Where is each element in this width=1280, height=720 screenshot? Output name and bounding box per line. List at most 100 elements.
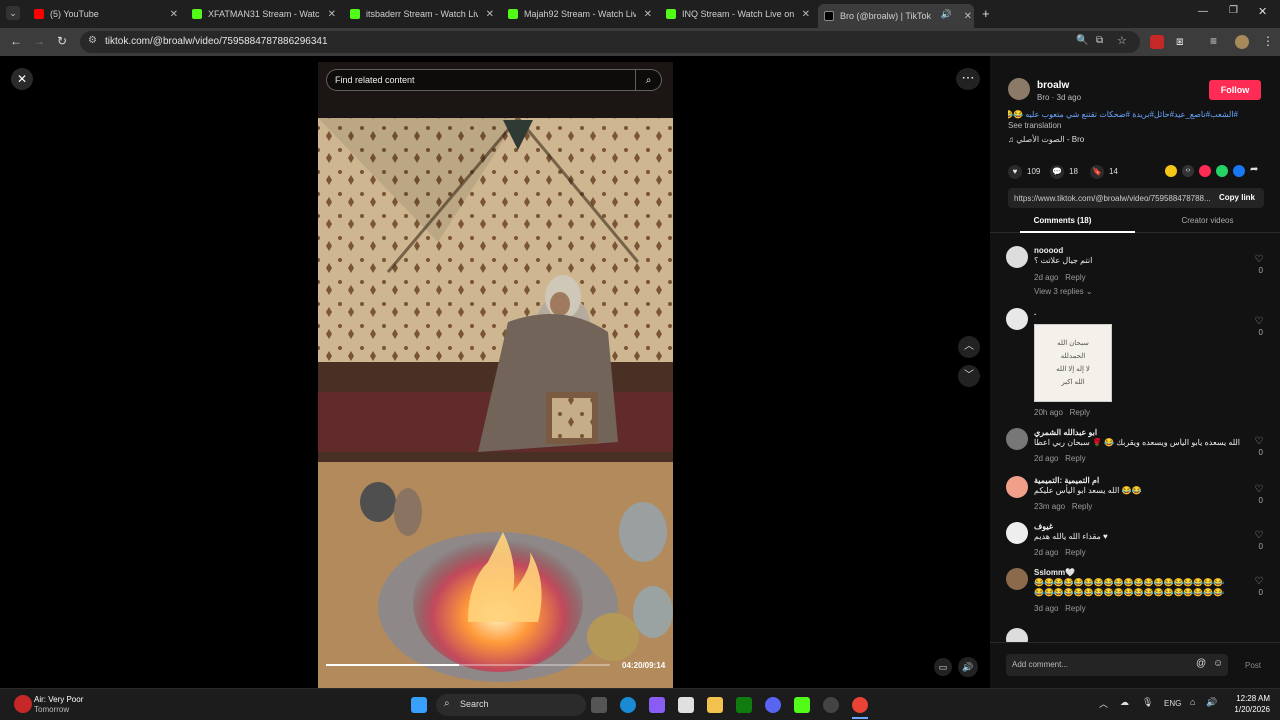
language-indicator[interactable]: ENG <box>1164 699 1181 708</box>
progress-track[interactable] <box>326 664 610 666</box>
bookmark-icon[interactable]: 🔖 <box>1090 165 1104 179</box>
close-video-button[interactable]: ✕ <box>11 68 33 90</box>
file-explorer-icon[interactable] <box>707 697 723 713</box>
settings-icon[interactable] <box>823 697 839 713</box>
coin-share-icon[interactable] <box>1165 165 1177 177</box>
heart-icon[interactable]: ♡ <box>1252 484 1266 495</box>
forward-icon[interactable]: → <box>33 34 45 48</box>
reply-button[interactable]: Reply <box>1065 273 1085 282</box>
tab-majah92[interactable]: Majah92 Stream - Watch Live on Kick ✕ <box>502 4 654 24</box>
tab-inq[interactable]: INQ Stream - Watch Live on Kick ✕ <box>660 4 812 24</box>
install-icon[interactable]: ⧉ <box>1096 35 1103 46</box>
heart-icon[interactable]: ♡ <box>1252 254 1266 265</box>
pip-icon[interactable]: ▭ <box>934 658 952 676</box>
close-icon[interactable]: ✕ <box>964 11 972 22</box>
extensions-puzzle-icon[interactable]: ⧆ <box>1176 34 1184 49</box>
onedrive-icon[interactable]: ☁ <box>1120 697 1129 708</box>
discord-icon[interactable] <box>765 697 781 713</box>
close-icon[interactable]: ✕ <box>170 9 178 20</box>
weather-icon[interactable] <box>14 695 32 713</box>
minimize-button[interactable]: — <box>1198 6 1208 17</box>
avatar[interactable] <box>1006 476 1028 498</box>
comment-author[interactable]: ابو عبدالله الشمري <box>1034 428 1097 437</box>
close-icon[interactable]: ✕ <box>644 9 652 20</box>
sound-row[interactable]: ♫ الصوت الأصلي - Bro <box>1008 135 1084 144</box>
extension-icon[interactable] <box>1150 35 1164 49</box>
reply-button[interactable]: Reply <box>1065 454 1085 463</box>
window-close-button[interactable]: ✕ <box>1258 5 1267 18</box>
view-replies-button[interactable]: View 3 replies ⌄ <box>1034 287 1093 296</box>
copilot-icon[interactable] <box>649 697 665 713</box>
avatar[interactable] <box>1006 246 1028 268</box>
tab-tiktok[interactable]: Bro (@broalw) | TikTok 🔊 ✕ <box>818 4 974 28</box>
avatar[interactable] <box>1006 522 1028 544</box>
edge-icon[interactable] <box>620 697 636 713</box>
comment-author[interactable]: nooood <box>1034 246 1063 255</box>
chrome-icon[interactable] <box>852 697 868 713</box>
profile-avatar[interactable] <box>1235 35 1249 49</box>
repost-icon[interactable] <box>1199 165 1211 177</box>
avatar[interactable] <box>1006 308 1028 330</box>
bookmark-star-icon[interactable]: ☆ <box>1117 34 1127 47</box>
find-related-search[interactable]: Find related content ⌕ <box>326 69 662 91</box>
store-icon[interactable] <box>678 697 694 713</box>
reply-button[interactable]: Reply <box>1072 502 1092 511</box>
address-bar[interactable]: ⚙ tiktok.com/@broalw/video/7595884787886… <box>80 31 1140 53</box>
author-avatar[interactable] <box>1008 78 1030 100</box>
maximize-button[interactable]: ❐ <box>1229 5 1238 16</box>
author-username[interactable]: broalw <box>1037 80 1069 91</box>
copy-link-button[interactable]: Copy link <box>1219 193 1255 202</box>
kick-app-icon[interactable] <box>794 697 810 713</box>
taskbar-search[interactable]: ⌕ Search <box>436 694 586 716</box>
like-icon[interactable]: ♥ <box>1008 165 1022 179</box>
clock-time[interactable]: 12:28 AM <box>1226 694 1270 703</box>
heart-icon[interactable]: ♡ <box>1252 576 1266 587</box>
site-info-icon[interactable]: ⚙ <box>88 35 97 46</box>
more-options-button[interactable]: ⋯ <box>956 68 980 90</box>
avatar[interactable] <box>1006 628 1028 642</box>
close-icon[interactable]: ✕ <box>328 9 336 20</box>
reload-icon[interactable]: ↻ <box>57 34 67 48</box>
emoji-icon[interactable]: ☺ <box>1213 658 1223 669</box>
comment-author[interactable]: . <box>1034 308 1036 317</box>
microphone-icon[interactable]: 🎙 <box>1142 697 1153 708</box>
tray-overflow-icon[interactable]: ︿ <box>1099 697 1108 710</box>
embed-icon[interactable]: ‹› <box>1182 165 1194 177</box>
back-icon[interactable]: ← <box>10 34 22 48</box>
heart-icon[interactable]: ♡ <box>1252 316 1266 327</box>
reply-button[interactable]: Reply <box>1065 604 1085 613</box>
close-icon[interactable]: ✕ <box>802 9 810 20</box>
network-icon[interactable]: ⌂ <box>1190 697 1195 707</box>
avatar[interactable] <box>1006 568 1028 590</box>
previous-video-button[interactable]: ︿ <box>958 336 980 358</box>
clock-date[interactable]: 1/20/2026 <box>1222 705 1270 714</box>
comment-author[interactable]: Sslomm🤍 <box>1034 568 1075 577</box>
close-icon[interactable]: ✕ <box>486 9 494 20</box>
audio-icon[interactable]: 🔊 <box>941 9 952 20</box>
menu-icon[interactable]: ⋮ <box>1262 34 1274 48</box>
tab-xfatman31[interactable]: XFATMAN31 Stream - Watch Live on Kick ✕ <box>186 4 338 24</box>
facebook-icon[interactable] <box>1233 165 1245 177</box>
add-comment-input[interactable]: Add comment... @ ☺ <box>1006 654 1228 676</box>
speaker-icon[interactable]: 🔊 <box>1206 697 1217 708</box>
video-player[interactable] <box>318 62 673 688</box>
url-text[interactable]: tiktok.com/@broalw/video/759588478788629… <box>105 36 328 47</box>
volume-icon[interactable]: 🔊 <box>958 657 978 677</box>
whatsapp-icon[interactable] <box>1216 165 1228 177</box>
mention-icon[interactable]: @ <box>1196 658 1206 669</box>
heart-icon[interactable]: ♡ <box>1252 436 1266 447</box>
zoom-icon[interactable]: 🔍 <box>1076 35 1088 46</box>
search-icon[interactable]: ⌕ <box>635 70 661 90</box>
new-tab-button[interactable]: + <box>982 6 990 21</box>
tab-search-icon[interactable]: ⌄ <box>6 6 20 20</box>
weather-title[interactable]: Air: Very Poor <box>34 695 83 704</box>
tab-creator-videos[interactable]: Creator videos <box>1135 216 1280 225</box>
xbox-icon[interactable] <box>736 697 752 713</box>
media-icon[interactable]: ≡ <box>1210 34 1217 48</box>
see-translation-link[interactable]: See translation <box>1008 121 1061 130</box>
post-button[interactable]: Post <box>1245 661 1261 670</box>
tab-comments[interactable]: Comments (18) <box>990 216 1135 225</box>
tab-itsbaderr[interactable]: itsbaderr Stream - Watch Live on Kick ✕ <box>344 4 496 24</box>
comment-author[interactable]: غيوف <box>1034 522 1053 531</box>
follow-button[interactable]: Follow <box>1209 80 1261 100</box>
